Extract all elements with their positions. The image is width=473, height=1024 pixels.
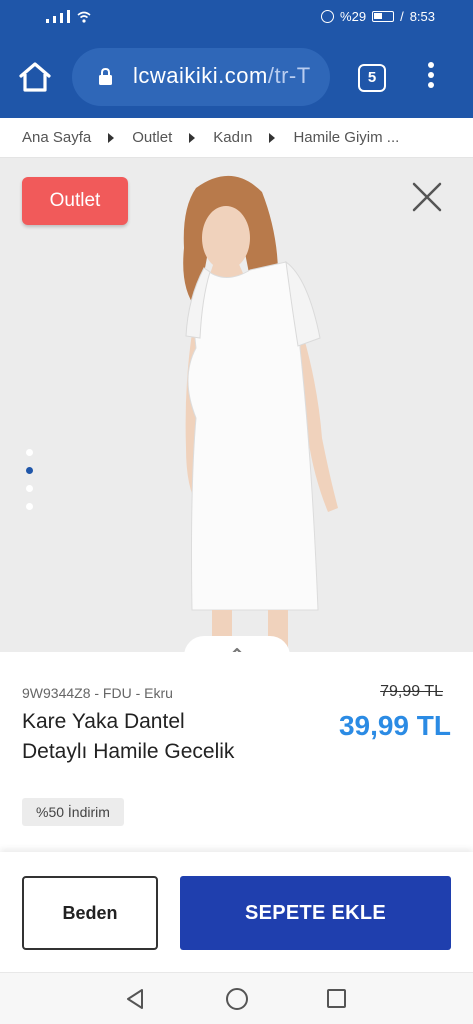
status-bar: %29 / 8:53 — [0, 0, 473, 36]
browser-toolbar: lcwaikiki.com/tr-T 5 — [0, 36, 473, 118]
size-select-button[interactable]: Beden — [22, 876, 158, 950]
breadcrumb-item-women[interactable]: Kadın — [213, 129, 252, 146]
clock: 8:53 — [409, 9, 435, 24]
url-text: lcwaikiki.com/tr-T — [133, 63, 311, 89]
breadcrumb-item-maternity[interactable]: Hamile Giyim ... — [293, 129, 399, 146]
product-sku: 9W9344Z8 - FDU - Ekru — [22, 685, 173, 701]
breadcrumb-separator-icon — [108, 132, 115, 143]
back-icon[interactable] — [125, 988, 145, 1010]
close-icon[interactable] — [409, 179, 445, 215]
signal-indicators — [46, 10, 91, 23]
alarm-icon — [321, 10, 335, 23]
gallery-dot-active[interactable] — [26, 467, 33, 474]
product-gallery[interactable]: Outlet — [0, 158, 473, 652]
url-path: /tr-T — [267, 63, 311, 88]
wifi-icon — [77, 11, 91, 23]
menu-icon[interactable] — [424, 62, 438, 92]
signal-bar — [60, 13, 63, 23]
breadcrumb-item-outlet[interactable]: Outlet — [132, 129, 172, 146]
signal-bar — [53, 16, 56, 23]
breadcrumb-separator-icon — [269, 132, 276, 143]
breadcrumb-item-home[interactable]: Ana Sayfa — [22, 129, 91, 146]
old-price: 79,99 TL — [380, 683, 443, 700]
battery-percent: %29 — [340, 9, 367, 24]
tabs-icon[interactable]: 5 — [358, 64, 386, 92]
home-icon[interactable] — [18, 61, 52, 93]
product-info: 9W9344Z8 - FDU - Ekru Kare Yaka Dantel D… — [0, 652, 473, 852]
breadcrumb: Ana Sayfa Outlet Kadın Hamile Giyim ... — [0, 118, 473, 158]
signal-bar — [67, 10, 70, 23]
url-domain: lcwaikiki.com — [133, 63, 268, 88]
gallery-dot[interactable] — [26, 485, 33, 492]
signal-bar — [46, 19, 49, 23]
current-price: 39,99 TL — [338, 710, 451, 741]
status-separator: / — [400, 9, 404, 24]
breadcrumb-separator-icon — [189, 132, 196, 143]
outlet-badge: Outlet — [22, 177, 128, 225]
product-name: Kare Yaka Dantel Detaylı Hamile Gecelik — [22, 710, 235, 763]
purchase-bar: Beden SEPETE EKLE — [0, 852, 473, 972]
gallery-dot[interactable] — [26, 503, 33, 510]
battery-icon — [372, 11, 395, 22]
home-nav-icon[interactable] — [226, 988, 248, 1010]
status-right: %29 / 8:53 — [321, 9, 435, 24]
product-photo[interactable] — [0, 158, 473, 652]
lock-icon — [99, 68, 112, 85]
recent-apps-icon[interactable] — [327, 989, 346, 1008]
address-bar[interactable]: lcwaikiki.com/tr-T — [72, 48, 330, 106]
discount-badge: %50 İndirim — [22, 798, 124, 826]
system-nav-bar — [0, 972, 473, 1024]
gallery-dot[interactable] — [26, 449, 33, 456]
add-to-cart-button[interactable]: SEPETE EKLE — [180, 876, 451, 950]
gallery-pagination — [26, 449, 33, 521]
